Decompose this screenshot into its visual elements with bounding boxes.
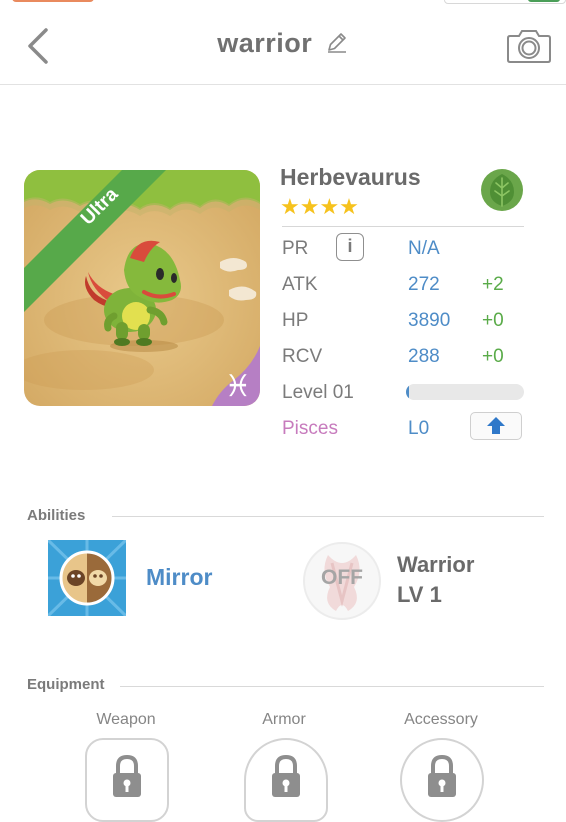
camera-button[interactable] (506, 26, 552, 66)
pencil-edit-icon[interactable] (325, 30, 349, 54)
monster-name: Herbevaurus (280, 164, 421, 190)
upgrade-button[interactable] (470, 412, 522, 440)
hp-bonus: +0 (482, 310, 504, 331)
weapon-slot[interactable] (85, 738, 169, 822)
monster-illustration: ♓ (24, 170, 260, 406)
hp-label: HP (282, 310, 309, 331)
warrior-ability-level: LV 1 (397, 582, 442, 607)
zodiac-level: L0 (408, 418, 430, 439)
arrow-up-icon (487, 417, 505, 434)
atk-bonus: +2 (482, 274, 504, 295)
monster-portrait[interactable]: ♓ Ultra (24, 170, 260, 406)
pr-value: N/A (408, 238, 440, 259)
equipment-section-divider (120, 686, 544, 687)
warrior-ability-name: Warrior (397, 552, 475, 577)
top-strip-left-tab (12, 0, 94, 2)
warrior-ability-status: OFF (321, 566, 363, 589)
lock-icon (113, 754, 141, 797)
weapon-label: Weapon (96, 711, 156, 728)
hp-value: 3890 (408, 310, 451, 331)
atk-label: ATK (282, 274, 318, 295)
abilities-section-title: Abilities (27, 507, 86, 524)
camera-icon (507, 30, 551, 63)
mirror-ability-label[interactable]: Mirror (146, 564, 212, 591)
armor-label: Armor (262, 711, 306, 728)
top-strip-right-accent (528, 0, 560, 2)
accessory-slot[interactable] (400, 738, 484, 822)
lock-icon (428, 754, 456, 797)
leaf-icon (478, 166, 526, 214)
info-icon: i (347, 236, 353, 256)
mirror-ability-icon[interactable] (46, 538, 128, 618)
level-label: Level 01 (282, 382, 354, 403)
info-button[interactable]: i (336, 233, 364, 261)
rcv-value: 288 (408, 346, 440, 367)
lock-icon (272, 754, 300, 797)
accessory-label: Accessory (404, 711, 478, 728)
atk-value: 272 (408, 274, 440, 295)
rcv-bonus: +0 (482, 346, 504, 367)
page-title: warrior (217, 28, 313, 58)
header-bar: warrior (0, 8, 566, 85)
pr-label: PR (282, 238, 309, 259)
level-progress-fill (406, 384, 409, 400)
stats-divider (282, 226, 524, 227)
title-wrap: warrior (0, 28, 566, 59)
star-rating: ★★★★ (280, 194, 359, 219)
rcv-label: RCV (282, 346, 323, 367)
armor-slot[interactable] (244, 738, 328, 822)
top-strip (0, 0, 566, 8)
level-progress-bar (406, 384, 524, 400)
svg-text:♓: ♓ (225, 369, 252, 404)
zodiac-label: Pisces (282, 418, 338, 439)
equipment-section-title: Equipment (27, 676, 105, 693)
abilities-section-divider (112, 516, 544, 517)
